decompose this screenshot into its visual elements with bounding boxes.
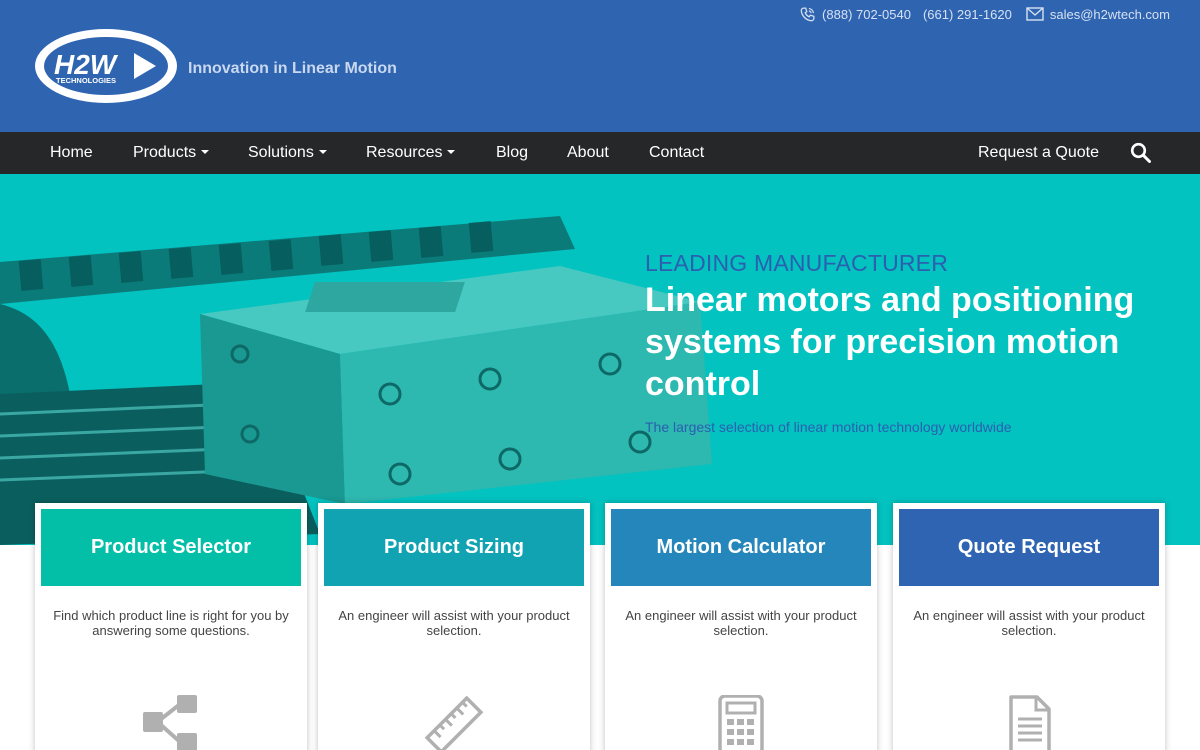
nav-item-request-quote[interactable]: Request a Quote	[978, 132, 1099, 174]
card-title[interactable]: Product Sizing	[324, 509, 584, 586]
nav-label: Products	[133, 144, 197, 161]
nav-item-blog[interactable]: Blog	[496, 132, 528, 174]
nav-item-products[interactable]: Products	[133, 132, 210, 174]
nav-item-solutions[interactable]: Solutions	[248, 132, 327, 174]
card-description: Find which product line is right for you…	[53, 608, 289, 638]
contact-bar: (888) 702-0540 (661) 291-1620 sales@h2wt…	[799, 6, 1170, 22]
card-description: An engineer will assist with your produc…	[625, 608, 857, 638]
card-description: An engineer will assist with your produc…	[338, 608, 570, 638]
phone-number-1[interactable]: (888) 702-0540	[822, 7, 911, 22]
card-title[interactable]: Motion Calculator	[611, 509, 871, 586]
nav-label: About	[567, 144, 609, 161]
main-nav: Home Products Solutions Resources Blog A…	[0, 132, 1200, 174]
card-product-selector[interactable]: Product Selector Find which product line…	[35, 503, 307, 750]
nav-label: Blog	[496, 144, 529, 161]
hero-eyebrow: LEADING MANUFACTURER	[645, 250, 949, 276]
site-header: H2W TECHNOLOGIES Innovation in Linear Mo…	[0, 0, 1200, 132]
hero-subtitle: The largest selection of linear motion t…	[645, 419, 1012, 435]
ruler-icon	[424, 695, 484, 750]
calculator-icon	[718, 695, 764, 750]
hero-banner: LEADING MANUFACTURER Linear motors and p…	[0, 174, 1200, 545]
h2w-logo[interactable]: H2W TECHNOLOGIES	[32, 26, 180, 106]
mail-icon	[1026, 7, 1044, 21]
nav-item-resources[interactable]: Resources	[366, 132, 456, 174]
nav-label: Contact	[649, 144, 705, 161]
card-product-sizing[interactable]: Product Sizing An engineer will assist w…	[318, 503, 590, 750]
tagline: Innovation in Linear Motion	[188, 60, 397, 77]
nav-label: Request a Quote	[978, 144, 1099, 161]
card-quote-request[interactable]: Quote Request An engineer will assist wi…	[893, 503, 1165, 750]
nav-item-home[interactable]: Home	[50, 132, 93, 174]
hero-text: LEADING MANUFACTURER Linear motors and p…	[645, 250, 1185, 435]
phone-number-2[interactable]: (661) 291-1620	[923, 7, 1012, 22]
card-title[interactable]: Product Selector	[41, 509, 301, 586]
hero-title: Linear motors and positioning systems fo…	[645, 281, 1135, 403]
caret-down-icon	[201, 149, 210, 154]
share-icon	[143, 695, 197, 750]
linear-stage-image	[0, 216, 712, 545]
document-icon	[1009, 695, 1051, 750]
nav-item-contact[interactable]: Contact	[649, 132, 704, 174]
nav-label: Solutions	[248, 144, 314, 161]
email-link[interactable]: sales@h2wtech.com	[1050, 7, 1170, 22]
svg-text:TECHNOLOGIES: TECHNOLOGIES	[56, 76, 116, 85]
nav-label: Home	[50, 144, 93, 161]
caret-down-icon	[318, 149, 327, 154]
card-description: An engineer will assist with your produc…	[913, 608, 1145, 638]
nav-label: Resources	[366, 144, 443, 161]
card-title[interactable]: Quote Request	[899, 509, 1159, 586]
phone-icon	[800, 6, 815, 21]
caret-down-icon	[447, 149, 456, 154]
card-motion-calculator[interactable]: Motion Calculator An engineer will assis…	[605, 503, 877, 750]
nav-item-about[interactable]: About	[567, 132, 609, 174]
search-icon[interactable]	[1130, 142, 1151, 163]
